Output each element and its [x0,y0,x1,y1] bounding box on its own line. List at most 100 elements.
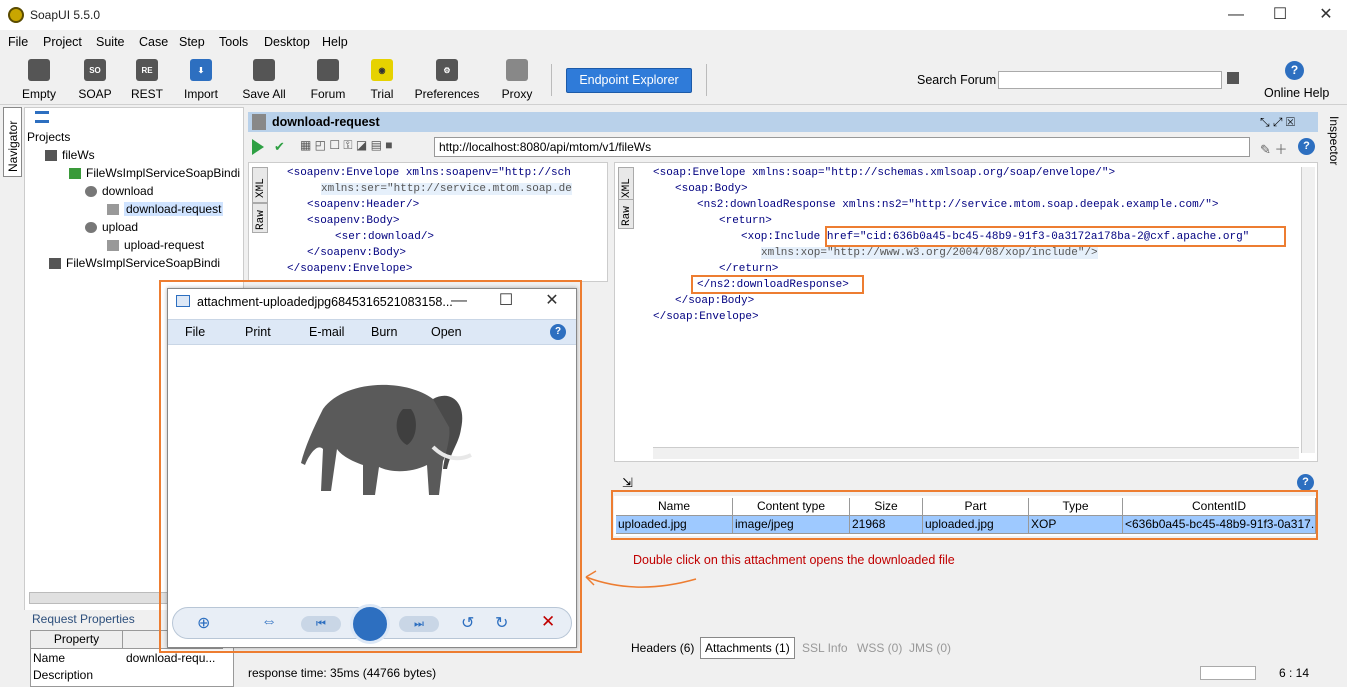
xml-line: </soap:Body> [675,295,755,307]
xml-line: <return> [719,215,772,227]
preferences-button[interactable]: ⚙ Preferences [414,59,480,101]
tree-item-project[interactable]: fileWs [45,148,95,162]
help-icon[interactable]: ? [1285,61,1304,80]
xml-line: <soapenv:Body> [307,215,400,227]
tree-item-upload-request[interactable]: upload-request [107,238,204,252]
save-all-icon [253,59,275,81]
soap-request-icon [107,240,119,252]
trial-button[interactable]: ◉ Trial [367,59,397,101]
rest-icon: RE [136,59,158,81]
vertical-scrollbar[interactable] [1301,167,1315,453]
menu-desktop[interactable]: Desktop [264,35,310,49]
request-editor-header: download-request ⤡ ⤢ ☒ [248,112,1318,132]
tree-item-interface-2[interactable]: FileWsImplServiceSoapBindi [49,256,220,270]
menu-file[interactable]: File [8,35,28,49]
tree-item-interface[interactable]: FileWsImplServiceSoapBindi [69,166,240,180]
menu-bar: File Project Suite Case Step Tools Deskt… [0,32,1347,52]
window-controls-icon[interactable]: ⤡ ⤢ ☒ [1260,115,1295,130]
soap-icon: SO [84,59,106,81]
import-button[interactable]: ⬇ Import [181,59,221,101]
binoculars-icon[interactable] [1227,72,1239,84]
endpoint-explorer-button[interactable]: Endpoint Explorer [566,68,692,93]
toolbar-icons[interactable]: ▦ ◰ ☐ ⚿ ◪ ▤ ■ [300,138,393,153]
proxy-icon [506,59,528,81]
tab-jms[interactable]: JMS (0) [909,641,951,655]
maximize-button[interactable]: ☐ [1270,5,1290,25]
help-icon[interactable]: ? [1297,474,1314,491]
forum-button[interactable]: Forum [308,59,348,101]
tree-item-download-request[interactable]: download-request [107,202,224,216]
xml-line: xmlns:xop="http://www.w3.org/2004/08/xop… [761,247,1098,259]
run-check-icon[interactable]: ✔ [274,139,285,155]
response-xml-editor[interactable]: XML Raw <soap:Envelope xmlns:soap="http:… [614,162,1318,462]
xml-line: </soapenv:Body> [307,247,407,259]
interface-icon [69,168,81,180]
tab-ssl-info[interactable]: SSL Info [802,641,848,655]
run-icon[interactable] [252,139,264,155]
xml-line: </return> [719,263,779,275]
attachment-highlight-box [611,490,1318,540]
xml-line: <ns2:downloadResponse xmlns:ns2="http://… [697,199,1219,211]
xml-line: <soapenv:Header/> [307,199,420,211]
forum-icon [317,59,339,81]
menu-tools[interactable]: Tools [219,35,248,49]
tab-xml[interactable]: XML [252,167,268,203]
tab-raw[interactable]: Raw [618,199,634,229]
photo-viewer-highlight-box [159,280,582,653]
soap-request-icon [107,204,119,216]
trial-icon: ◉ [371,59,393,81]
online-help-label[interactable]: Online Help [1264,86,1329,100]
xml-line: <soapenv:Envelope xmlns:soapenv="http://… [287,167,571,179]
tab-raw[interactable]: Raw [252,203,268,233]
empty-project-icon [28,59,50,81]
save-all-button[interactable]: Save All [241,59,287,101]
xml-line: <soap:Envelope xmlns:soap="http://schema… [653,167,1116,179]
close-button[interactable]: ✕ [1316,5,1336,25]
menu-suite[interactable]: Suite [96,35,125,49]
horizontal-scrollbar[interactable] [653,447,1299,459]
navigator-tab[interactable]: Navigator [3,107,22,177]
cursor-position: 6 : 14 [1279,666,1310,680]
inspector-tab[interactable]: Inspector [1327,112,1344,172]
property-name: Name [33,651,66,665]
export-icon[interactable]: ⇲ [622,475,633,491]
help-icon[interactable]: ? [1298,138,1315,155]
add-icon[interactable]: ✎ ＋ [1260,139,1288,158]
request-xml-editor[interactable]: XML Raw <soapenv:Envelope xmlns:soapenv=… [248,162,608,282]
gear-icon: ⚙ [436,59,458,81]
response-time: response time: 35ms (44766 bytes) [248,666,437,680]
xml-line: </soapenv:Envelope> [287,263,413,275]
xml-line: </soap:Envelope> [653,311,759,323]
href-highlight-box [825,226,1286,247]
menu-case[interactable]: Case [139,35,168,49]
annotation-arrow [585,570,697,588]
column-header-property[interactable]: Property [31,631,123,649]
tab-wss[interactable]: WSS (0) [857,641,902,655]
soap-button[interactable]: SO SOAP [78,59,112,101]
rest-button[interactable]: RE REST [130,59,164,101]
proxy-button[interactable]: Proxy [500,59,534,101]
progress-field [1200,666,1256,680]
search-forum-label: Search Forum [917,73,997,87]
tree-item-operation-upload[interactable]: upload [85,220,138,234]
menu-help[interactable]: Help [322,35,348,49]
xml-line: xmlns:ser="http://service.mtom.soap.de [321,183,572,195]
empty-button[interactable]: Empty [22,59,56,101]
menu-project[interactable]: Project [43,35,82,49]
tree-item-operation-download[interactable]: download [85,184,153,198]
toolbar-divider [551,64,552,96]
tab-attachments[interactable]: Attachments (1) [700,637,795,659]
menu-step[interactable]: Step [179,35,205,49]
property-value[interactable]: download-requ... [126,651,215,665]
tab-headers[interactable]: Headers (6) [631,641,694,655]
closing-tag-highlight-box [691,275,864,294]
search-forum-input[interactable] [998,71,1222,89]
xml-line: <ser:download/> [335,231,435,243]
minimize-button[interactable]: — [1226,5,1246,25]
request-title: download-request [272,115,380,129]
tab-xml[interactable]: XML [618,167,634,203]
request-properties-title: Request Properties [32,612,135,626]
list-view-icon[interactable] [35,111,49,123]
folder-icon [45,150,57,162]
endpoint-url-input[interactable]: http://localhost:8080/api/mtom/v1/fileWs [434,137,1250,157]
